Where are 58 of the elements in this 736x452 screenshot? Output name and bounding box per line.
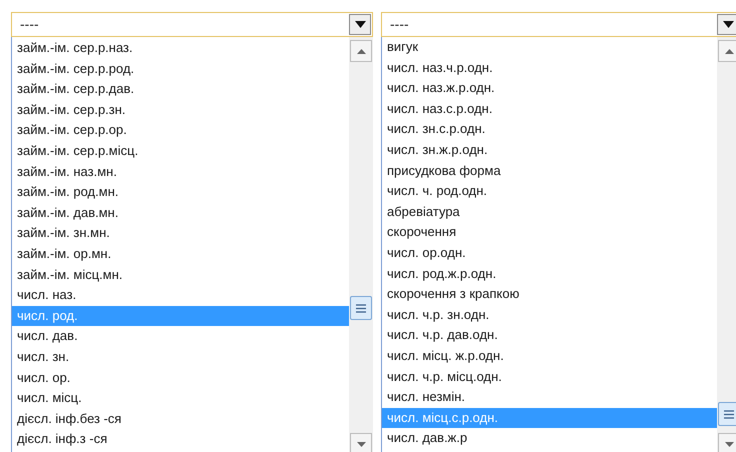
scroll-thumb[interactable]: [718, 402, 736, 426]
list-option[interactable]: числ. місц.: [12, 388, 349, 409]
grip-icon: [356, 304, 366, 312]
list-option[interactable]: числ. ч. род.одн.: [382, 181, 717, 202]
list-option[interactable]: займ.-ім. сер.р.зн.: [12, 100, 349, 120]
list-option[interactable]: числ. незмін.: [382, 387, 717, 408]
list-option[interactable]: числ. зн.: [12, 346, 349, 368]
caret-down-icon: [356, 442, 366, 446]
scroll-down-button[interactable]: [718, 433, 736, 452]
caret-down-icon: [724, 442, 734, 446]
list-option[interactable]: скорочення: [382, 222, 717, 243]
list-option[interactable]: дієсл. інф.з -ся: [12, 429, 349, 450]
list-option[interactable]: займ.-ім. сер.р.наз.: [12, 38, 349, 59]
list-option[interactable]: числ. зн.с.р.одн.: [382, 119, 717, 140]
scrollbar[interactable]: [717, 37, 736, 452]
caret-down-icon: [354, 21, 366, 28]
scroll-up-button[interactable]: [350, 40, 372, 62]
dropdown-field[interactable]: ----: [11, 12, 373, 37]
list-option[interactable]: числ. ч.р. місц.одн.: [382, 366, 717, 388]
grip-icon: [724, 410, 734, 418]
dropdown-button[interactable]: [717, 14, 736, 35]
scroll-up-button[interactable]: [718, 40, 736, 62]
list-option[interactable]: числ. дав.: [12, 326, 349, 347]
list-option[interactable]: займ.-ім. род.мн.: [12, 182, 349, 203]
scroll-thumb[interactable]: [350, 296, 372, 320]
list-option[interactable]: скорочення з крапкою: [382, 284, 717, 305]
caret-up-icon: [724, 48, 734, 54]
list-option[interactable]: дієсл. інф.без -ся: [12, 408, 349, 430]
list-option[interactable]: займ.-ім. сер.р.ор.: [12, 120, 349, 141]
list-option[interactable]: вигук: [382, 37, 717, 58]
list-option[interactable]: числ. дав.ж.р: [382, 428, 717, 449]
list-option[interactable]: займ.-ім. наз.мн.: [12, 162, 349, 182]
list-option[interactable]: числ. наз.ч.р.одн.: [382, 58, 717, 78]
list-option[interactable]: займ.-ім. дав.мн.: [12, 202, 349, 224]
list-option[interactable]: займ.-ім. сер.р.місц.: [12, 140, 349, 162]
list-option[interactable]: числ. род.ж.р.одн.: [382, 264, 717, 284]
list-option[interactable]: числ. наз.: [12, 285, 349, 306]
list-option[interactable]: числ. ор.: [12, 368, 349, 388]
scroll-down-button[interactable]: [350, 433, 372, 452]
list-option[interactable]: займ.-ім. місц.мн.: [12, 264, 349, 286]
list-option[interactable]: займ.-ім. сер.р.дав.: [12, 79, 349, 100]
list-option[interactable]: числ. зн.ж.р.одн.: [382, 140, 717, 161]
list-option[interactable]: присудкова форма: [382, 160, 717, 182]
list-option[interactable]: абревіатура: [382, 202, 717, 222]
list-option[interactable]: займ.-ім. зн.мн.: [12, 223, 349, 244]
list-option[interactable]: числ. наз.ж.р.одн.: [382, 78, 717, 99]
list-option[interactable]: числ. ор.одн.: [382, 242, 717, 264]
list-option[interactable]: займ.-ім. ор.мн.: [12, 244, 349, 265]
dropdown-field[interactable]: ----: [381, 12, 736, 37]
list-option[interactable]: числ. наз.с.р.одн.: [382, 98, 717, 120]
list-option[interactable]: займ.-ім. сер.р.род.: [12, 58, 349, 80]
list-option[interactable]: числ. ч.р. зн.одн.: [382, 304, 717, 326]
dropdown-button[interactable]: [349, 14, 371, 35]
caret-down-icon: [722, 21, 734, 28]
list-option[interactable]: числ. ч.р. дав.одн.: [382, 325, 717, 346]
list-option[interactable]: числ. місц. ж.р.одн.: [382, 346, 717, 366]
caret-up-icon: [356, 48, 366, 54]
scrollbar[interactable]: [349, 37, 373, 452]
